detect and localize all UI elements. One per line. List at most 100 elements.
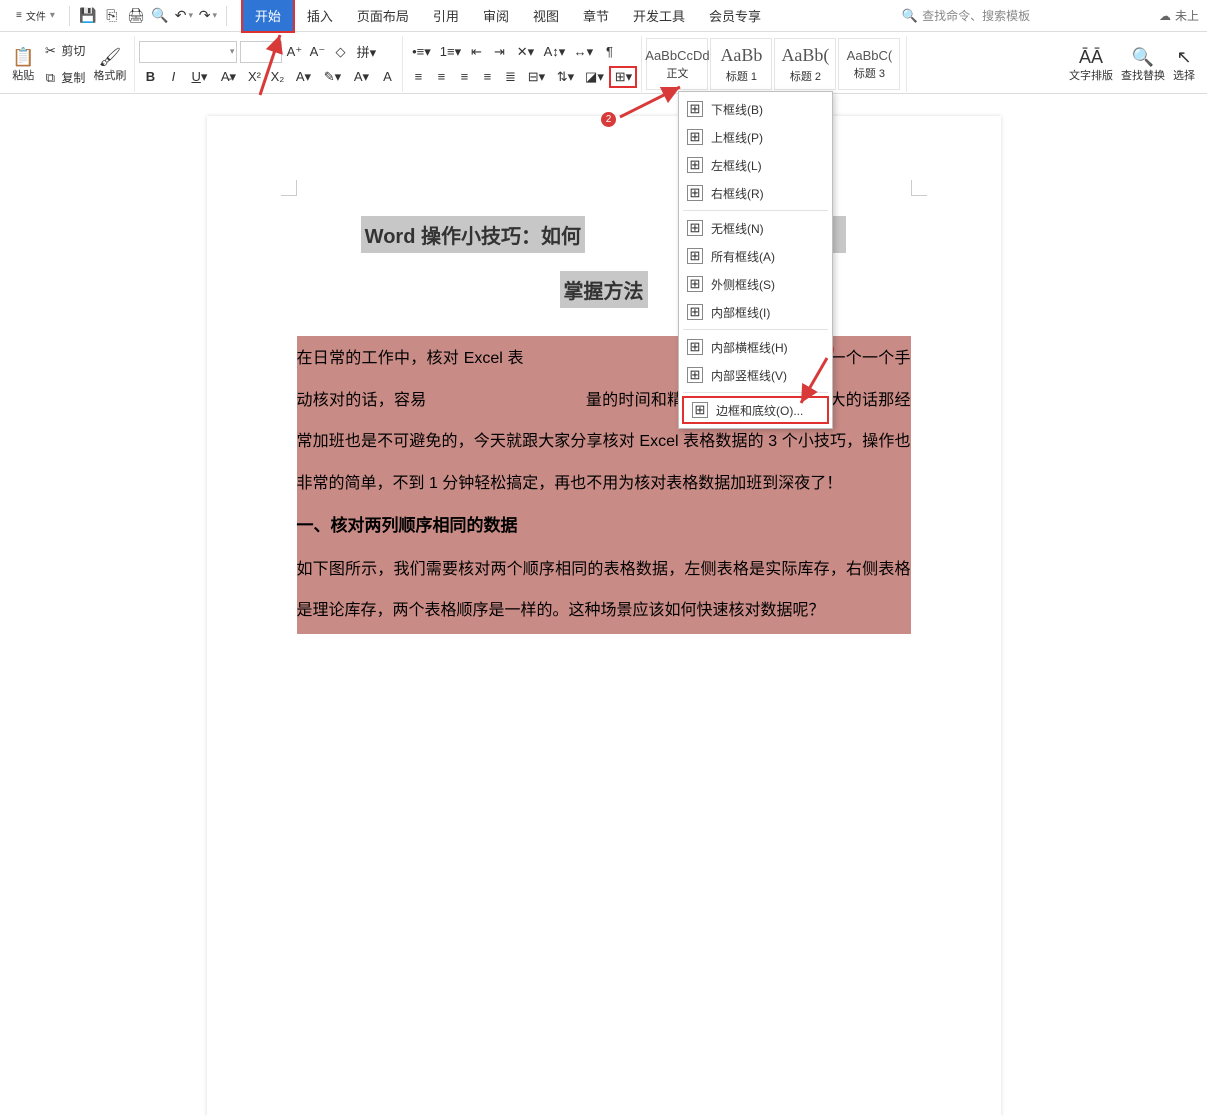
find-replace-button[interactable]: 🔍 查找替换 — [1117, 36, 1169, 92]
tab-member[interactable]: 会员专享 — [697, 0, 773, 31]
paste-button[interactable]: 📋 粘贴 — [8, 36, 38, 92]
border-option-none[interactable]: ⊞无框线(N) — [679, 214, 832, 242]
tab-sections[interactable]: 章节 — [571, 0, 621, 31]
preview-icon[interactable]: 🔍 — [150, 6, 170, 26]
copy-button[interactable]: ⧉复制 — [38, 66, 89, 90]
border-option-all[interactable]: ⊞所有框线(A) — [679, 242, 832, 270]
command-search[interactable]: 🔍 查找命令、搜索模板 — [902, 7, 1030, 24]
border-option-top[interactable]: ⊞上框线(P) — [679, 123, 832, 151]
font-size-selector[interactable]: ▾ — [240, 41, 282, 63]
scissors-icon: ✂ — [42, 43, 58, 59]
cut-button[interactable]: ✂剪切 — [38, 39, 89, 63]
show-marks-icon[interactable]: ¶ — [598, 41, 620, 63]
divider — [226, 6, 227, 26]
margin-mark — [281, 180, 297, 196]
border-option-inside[interactable]: ⊞内部框线(I) — [679, 298, 832, 326]
format-painter-button[interactable]: 🖌 格式刷 — [89, 36, 130, 92]
border-option-vinner[interactable]: ⊞内部竖框线(V) — [679, 361, 832, 389]
tab-references[interactable]: 引用 — [421, 0, 471, 31]
grow-font-icon[interactable]: A⁺ — [283, 41, 305, 63]
border-option-outside[interactable]: ⊞外侧框线(S) — [679, 270, 832, 298]
tab-review[interactable]: 审阅 — [471, 0, 521, 31]
border-hinner-icon: ⊞ — [687, 339, 703, 355]
change-case-icon[interactable]: 拼▾ — [352, 41, 380, 63]
clear-format-icon[interactable]: ◇ — [329, 41, 351, 63]
doc-title-part1: Word 操作小技巧：如何 — [361, 216, 585, 253]
align-left-icon[interactable]: ≡ — [407, 66, 429, 88]
shrink-font-icon[interactable]: A⁻ — [306, 41, 328, 63]
superscript-icon[interactable]: X² — [243, 66, 265, 88]
shading-icon[interactable]: ◪▾ — [580, 66, 608, 88]
vertical-align-icon[interactable]: ⊟▾ — [522, 66, 550, 88]
increase-indent-icon[interactable]: ⇥ — [488, 41, 510, 63]
align-justify-icon[interactable]: ≡ — [476, 66, 498, 88]
decrease-indent-icon[interactable]: ⇤ — [465, 41, 487, 63]
border-option-bottom[interactable]: ⊞下框线(B) — [679, 95, 832, 123]
style-heading3[interactable]: AaBbC(标题 3 — [838, 38, 900, 90]
tab-layout[interactable]: 页面布局 — [345, 0, 421, 31]
typography-icon: ĀĀ — [1079, 47, 1103, 68]
typography-button[interactable]: ĀĀ 文字排版 — [1065, 36, 1117, 92]
tab-insert[interactable]: 插入 — [295, 0, 345, 31]
save-icon[interactable]: 💾 — [78, 6, 98, 26]
export-icon[interactable]: ⎘ — [102, 6, 122, 26]
login-status[interactable]: ☁ 未上 — [1159, 7, 1203, 24]
highlight-icon[interactable]: ✎▾ — [318, 66, 346, 88]
file-menu[interactable]: ≡ 文件 ▾ — [4, 4, 63, 28]
align-text-icon[interactable]: ↔▾ — [569, 41, 597, 63]
border-option-right[interactable]: ⊞右框线(R) — [679, 179, 832, 207]
italic-icon[interactable]: I — [162, 66, 184, 88]
chevron-down-icon: ▾ — [230, 46, 235, 57]
chevron-down-icon: ▾ — [273, 46, 278, 57]
doc-heading2: 一、核对两列顺序相同的数据 — [297, 516, 518, 535]
divider — [69, 6, 70, 26]
tab-view[interactable]: 视图 — [521, 0, 571, 31]
document-canvas: Word 操作小技巧：如何 页面底纹， 掌握方法 在日常的工作中，核对 Exce… — [0, 94, 1207, 715]
format-painter-label: 格式刷 — [93, 70, 126, 82]
border-top-icon: ⊞ — [687, 129, 703, 145]
paste-label: 粘贴 — [12, 70, 34, 82]
search-icon: 🔍 — [1132, 47, 1154, 68]
border-option-hinner[interactable]: ⊞内部横框线(H) — [679, 333, 832, 361]
line-spacing-icon[interactable]: ✕▾ — [511, 41, 539, 63]
border-option-dlg[interactable]: ⊞边框和底纹(O)... — [682, 396, 829, 424]
border-all-icon: ⊞ — [687, 248, 703, 264]
align-right-icon[interactable]: ≡ — [453, 66, 475, 88]
style-heading2[interactable]: AaBb(标题 2 — [774, 38, 836, 90]
bullets-icon[interactable]: •≡▾ — [407, 41, 435, 63]
char-shading-icon[interactable]: A▾ — [347, 66, 375, 88]
cloud-icon: ☁ — [1159, 9, 1171, 23]
numbering-icon[interactable]: 1≡▾ — [436, 41, 464, 63]
subscript-icon[interactable]: X₂ — [266, 66, 288, 88]
font-color-icon[interactable]: A▾ — [289, 66, 317, 88]
border-dlg-icon: ⊞ — [692, 402, 708, 418]
print-icon[interactable]: 🖨 — [126, 6, 146, 26]
underline-icon[interactable]: U▾ — [185, 66, 213, 88]
style-heading1[interactable]: AaBb标题 1 — [710, 38, 772, 90]
text-direction-icon[interactable]: A↕▾ — [540, 41, 568, 63]
tab-home[interactable]: 开始 — [241, 0, 295, 33]
select-button[interactable]: ↖ 选择 — [1169, 36, 1199, 92]
redo-icon[interactable]: ↷▾ — [198, 6, 218, 26]
search-placeholder: 查找命令、搜索模板 — [922, 7, 1030, 24]
clipboard-icon: 📋 — [12, 47, 34, 68]
tab-devtools[interactable]: 开发工具 — [621, 0, 697, 31]
border-option-left[interactable]: ⊞左框线(L) — [679, 151, 832, 179]
file-menu-label: 文件 — [26, 8, 46, 23]
font-name-selector[interactable]: ▾ — [139, 41, 237, 63]
copy-icon: ⧉ — [42, 70, 58, 86]
undo-icon[interactable]: ↶▾ — [174, 6, 194, 26]
menu-tabs: 开始 插入 页面布局 引用 审阅 视图 章节 开发工具 会员专享 — [241, 0, 773, 33]
sort-icon[interactable]: ⇅▾ — [551, 66, 579, 88]
bold-icon[interactable]: B — [139, 66, 161, 88]
cursor-icon: ↖ — [1176, 47, 1191, 68]
strikethrough-icon[interactable]: A̵▾ — [214, 66, 242, 88]
style-normal[interactable]: AaBbCcDd正文 — [646, 38, 708, 90]
char-border-icon[interactable]: A — [376, 66, 398, 88]
hamburger-icon: ≡ — [16, 10, 22, 21]
borders-button[interactable]: ⊞▾ — [609, 66, 637, 88]
page: Word 操作小技巧：如何 页面底纹， 掌握方法 在日常的工作中，核对 Exce… — [207, 116, 1001, 1116]
align-center-icon[interactable]: ≡ — [430, 66, 452, 88]
distribute-icon[interactable]: ≣ — [499, 66, 521, 88]
border-outside-icon: ⊞ — [687, 276, 703, 292]
